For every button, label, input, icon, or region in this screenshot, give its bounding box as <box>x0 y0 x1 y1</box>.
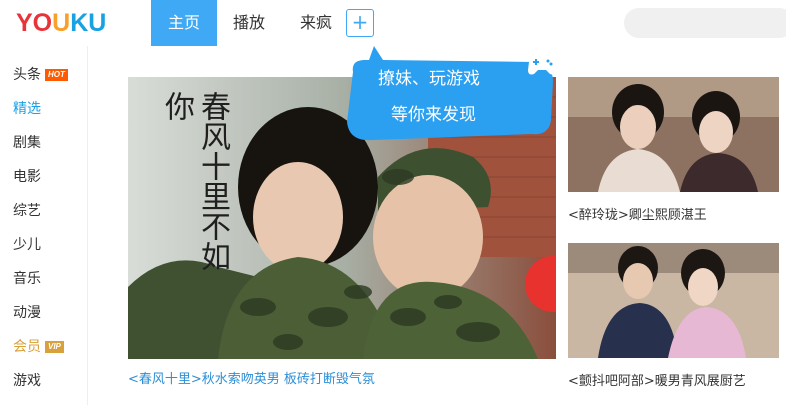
side-feature-image-1 <box>568 77 779 192</box>
sidebar-item-huiyuan[interactable]: 会员 VIP <box>13 330 64 364</box>
search-input[interactable] <box>624 8 786 38</box>
add-tab-button[interactable]: + <box>346 9 374 37</box>
promo-line-1: 撩妹、玩游戏 <box>378 69 480 89</box>
sidebar-item-youxi[interactable]: 游戏 <box>13 364 41 398</box>
tab-play[interactable]: 播放 <box>220 0 278 46</box>
logo-part-1: YO <box>16 9 53 37</box>
sidebar-item-jingxuan[interactable]: 精选 <box>13 92 41 126</box>
gamepad-icon <box>528 55 556 75</box>
tab-home[interactable]: 主页 <box>151 0 217 46</box>
side-feature-card-1[interactable] <box>568 77 779 192</box>
poster-title-text: 春风十里不如你 <box>159 91 230 271</box>
sidebar-item-dongman[interactable]: 动漫 <box>13 296 41 330</box>
sidebar-item-shaoer[interactable]: 少儿 <box>13 228 41 262</box>
sidebar-item-dianying[interactable]: 电影 <box>13 160 41 194</box>
promo-bubble[interactable]: 撩妹、玩游戏 等你来发现 <box>343 44 563 144</box>
sidebar-item-label: 会员 <box>13 339 41 355</box>
vip-badge: VIP <box>45 341 64 353</box>
logo-part-3: KU <box>70 9 107 37</box>
sidebar-item-label: 头条 <box>13 67 41 83</box>
side-feature-image-2 <box>568 243 779 358</box>
sidebar-item-toutiao[interactable]: 头条 HOT <box>13 58 68 92</box>
tab-laifeng[interactable]: 来疯 <box>287 0 345 46</box>
sidebar-item-zongyi[interactable]: 综艺 <box>13 194 41 228</box>
side-feature-caption-2[interactable]: <颤抖吧阿部>暖男青风展厨艺 <box>568 370 746 389</box>
sidebar-item-yinyue[interactable]: 音乐 <box>13 262 41 296</box>
logo-part-2: U <box>52 9 71 37</box>
sidebar: 头条 HOT 精选 剧集 电影 综艺 少儿 音乐 动漫 会员 VIP 游戏 <box>0 46 88 405</box>
side-feature-card-2[interactable] <box>568 243 779 358</box>
top-bar: YOUKU 主页 播放 来疯 + <box>0 0 786 46</box>
hot-badge: HOT <box>45 69 68 81</box>
main-feature-caption[interactable]: <春风十里>秋水索吻英男 板砖打断毁气氛 <box>128 368 375 387</box>
sidebar-item-juji[interactable]: 剧集 <box>13 126 41 160</box>
side-feature-caption-1[interactable]: <醉玲珑>卿尘熙顾湛王 <box>568 204 707 223</box>
promo-line-2: 等你来发现 <box>391 105 476 125</box>
youku-logo[interactable]: YOUKU <box>16 9 106 38</box>
